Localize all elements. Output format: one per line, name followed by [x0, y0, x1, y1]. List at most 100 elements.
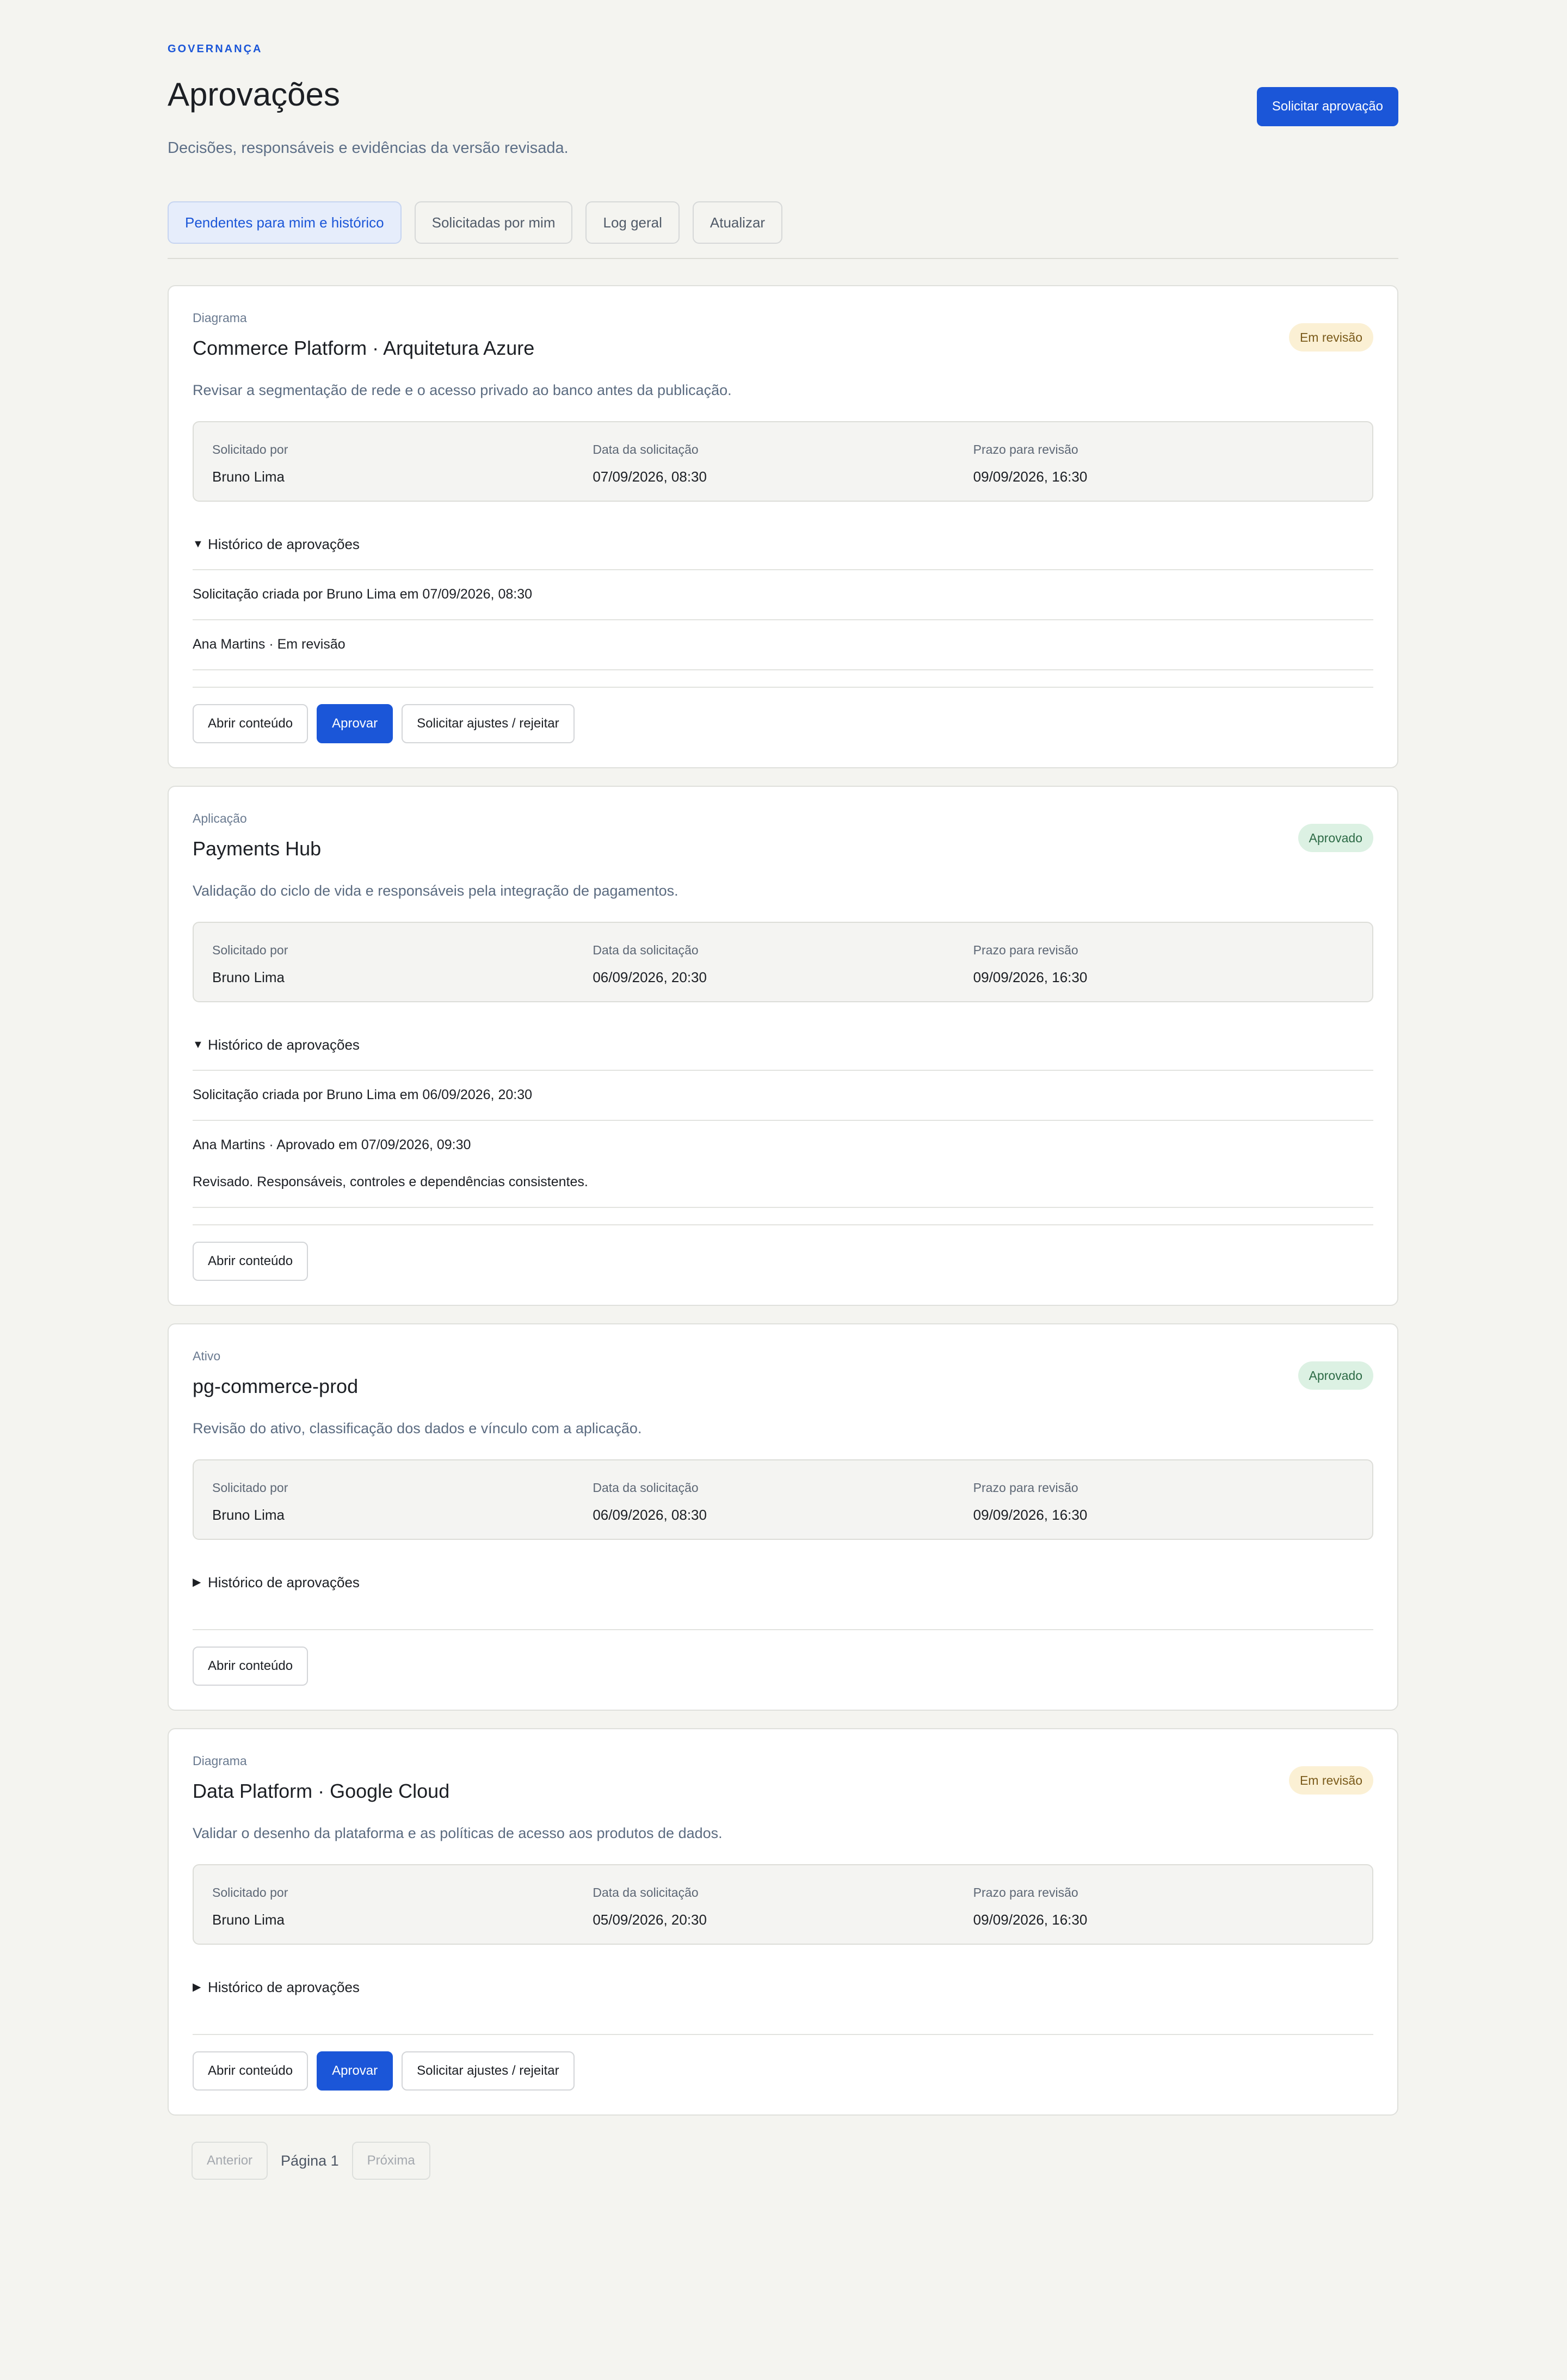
history-toggle-label: Histórico de aprovações — [208, 1037, 360, 1053]
review-deadline-value: 09/09/2026, 16:30 — [973, 468, 1088, 485]
section-eyebrow: GOVERNANÇA — [168, 43, 263, 55]
review-deadline-label: Prazo para revisão — [973, 442, 1078, 457]
approval-card: Diagrama Data Platform · Google Cloud Em… — [168, 1728, 1398, 2116]
request-date-value: 07/09/2026, 08:30 — [593, 468, 707, 485]
request-date-label: Data da solicitação — [593, 442, 699, 457]
approval-card: Diagrama Commerce Platform · Arquitetura… — [168, 285, 1398, 768]
request-date-field: Data da solicitação 05/09/2026, 20:30 — [593, 1865, 973, 1944]
history-divider — [193, 669, 1373, 687]
request-date-value: 05/09/2026, 20:30 — [593, 1912, 707, 1928]
review-deadline-field: Prazo para revisão 09/09/2026, 16:30 — [973, 1460, 1354, 1539]
approve-button[interactable]: Aprovar — [317, 704, 393, 743]
status-badge: Em revisão — [1288, 323, 1373, 352]
history-entry: Solicitação criada por Bruno Lima em 06/… — [193, 1070, 1373, 1120]
review-deadline-label: Prazo para revisão — [973, 943, 1078, 957]
previous-page-button[interactable]: Anterior — [192, 2142, 268, 2180]
request-details: Solicitado por Bruno Lima Data da solici… — [193, 922, 1373, 1002]
card-type: Diagrama — [193, 1754, 247, 1768]
history-divider — [193, 1207, 1373, 1224]
open-content-button[interactable]: Abrir conteúdo — [193, 1647, 309, 1686]
status-badge: Aprovado — [1298, 1361, 1373, 1390]
request-changes-button[interactable]: Solicitar ajustes / rejeitar — [402, 2051, 575, 2091]
history-toggle-label: Histórico de aprovações — [208, 536, 360, 552]
card-actions: Abrir conteúdo Aprovar Solicitar ajustes… — [193, 2034, 1373, 2091]
caret-right-icon: ▶ — [193, 1576, 201, 1588]
status-badge: Aprovado — [1298, 824, 1373, 852]
tab-requested-by-me[interactable]: Solicitadas por mim — [414, 201, 573, 244]
request-date-label: Data da solicitação — [593, 943, 699, 957]
history-toggle[interactable]: ▶ Histórico de aprovações — [193, 1978, 1373, 1996]
open-content-button[interactable]: Abrir conteúdo — [193, 2051, 309, 2091]
history-toggle[interactable]: ▼ Histórico de aprovações — [193, 535, 1373, 553]
caret-right-icon: ▶ — [193, 1981, 201, 1993]
tab-bar: Pendentes para mim e histórico Solicitad… — [168, 201, 1398, 259]
page-title: Aprovações — [168, 76, 340, 113]
card-actions: Abrir conteúdo — [193, 1629, 1373, 1686]
request-details: Solicitado por Bruno Lima Data da solici… — [193, 1459, 1373, 1540]
card-description: Revisão do ativo, classificação dos dado… — [193, 1420, 642, 1436]
status-badge: Em revisão — [1288, 1766, 1373, 1795]
card-actions: Abrir conteúdo — [193, 1224, 1373, 1281]
review-deadline-field: Prazo para revisão 09/09/2026, 16:30 — [973, 1865, 1354, 1944]
review-deadline-label: Prazo para revisão — [973, 1481, 1078, 1495]
next-page-button[interactable]: Próxima — [351, 2142, 430, 2180]
review-deadline-value: 09/09/2026, 16:30 — [973, 969, 1088, 985]
request-details: Solicitado por Bruno Lima Data da solici… — [193, 1864, 1373, 1945]
card-type: Ativo — [193, 1349, 221, 1363]
requested-by-field: Solicitado por Bruno Lima — [212, 923, 593, 1001]
review-deadline-label: Prazo para revisão — [973, 1885, 1078, 1900]
requested-by-field: Solicitado por Bruno Lima — [212, 422, 593, 501]
requested-by-field: Solicitado por Bruno Lima — [212, 1865, 593, 1944]
card-description: Revisar a segmentação de rede e o acesso… — [193, 382, 732, 398]
request-date-field: Data da solicitação 07/09/2026, 08:30 — [593, 422, 973, 501]
open-content-button[interactable]: Abrir conteúdo — [193, 704, 309, 743]
card-type: Diagrama — [193, 311, 247, 325]
tab-general-log[interactable]: Log geral — [585, 201, 680, 244]
approve-button[interactable]: Aprovar — [317, 2051, 393, 2091]
history-toggle-label: Histórico de aprovações — [208, 1979, 360, 1995]
card-actions: Abrir conteúdo Aprovar Solicitar ajustes… — [193, 687, 1373, 743]
approvals-page: GOVERNANÇA Aprovações Decisões, responsá… — [168, 0, 1398, 2180]
approval-card: Aplicação Payments Hub Aprovado Validaçã… — [168, 786, 1398, 1306]
requested-by-label: Solicitado por — [212, 1885, 288, 1900]
requested-by-value: Bruno Lima — [212, 1912, 285, 1928]
history-entry-text: Ana Martins · Aprovado em 07/09/2026, 09… — [193, 1137, 471, 1152]
requested-by-label: Solicitado por — [212, 943, 288, 957]
tab-pending-and-history[interactable]: Pendentes para mim e histórico — [168, 201, 402, 244]
request-approval-button[interactable]: Solicitar aprovação — [1256, 87, 1398, 126]
refresh-button[interactable]: Atualizar — [692, 201, 783, 244]
caret-down-icon: ▼ — [193, 1039, 203, 1051]
history-toggle[interactable]: ▶ Histórico de aprovações — [193, 1574, 1373, 1591]
card-description: Validar o desenho da plataforma e as pol… — [193, 1825, 723, 1841]
history-list: Solicitação criada por Bruno Lima em 07/… — [193, 569, 1373, 687]
requested-by-label: Solicitado por — [212, 1481, 288, 1495]
current-page-label: Página 1 — [281, 2152, 339, 2169]
open-content-button[interactable]: Abrir conteúdo — [193, 1242, 309, 1281]
requested-by-value: Bruno Lima — [212, 1507, 285, 1523]
caret-down-icon: ▼ — [193, 538, 203, 550]
history-entry-text: Solicitação criada por Bruno Lima em 07/… — [193, 587, 532, 602]
history-entry: Solicitação criada por Bruno Lima em 07/… — [193, 569, 1373, 619]
card-title: pg-commerce-prod — [193, 1375, 359, 1397]
request-date-label: Data da solicitação — [593, 1481, 699, 1495]
requested-by-value: Bruno Lima — [212, 969, 285, 985]
approval-card: Ativo pg-commerce-prod Aprovado Revisão … — [168, 1323, 1398, 1711]
pagination: Anterior Página 1 Próxima — [192, 2142, 1398, 2180]
request-date-field: Data da solicitação 06/09/2026, 20:30 — [593, 923, 973, 1001]
request-date-label: Data da solicitação — [593, 1885, 699, 1900]
card-description: Validação do ciclo de vida e responsávei… — [193, 883, 678, 899]
history-list: Solicitação criada por Bruno Lima em 06/… — [193, 1070, 1373, 1224]
review-deadline-field: Prazo para revisão 09/09/2026, 16:30 — [973, 422, 1354, 501]
card-title: Data Platform · Google Cloud — [193, 1780, 450, 1802]
request-date-value: 06/09/2026, 20:30 — [593, 969, 707, 985]
requested-by-value: Bruno Lima — [212, 468, 285, 485]
request-changes-button[interactable]: Solicitar ajustes / rejeitar — [402, 704, 575, 743]
review-deadline-value: 09/09/2026, 16:30 — [973, 1912, 1088, 1928]
history-toggle-label: Histórico de aprovações — [208, 1574, 360, 1590]
history-toggle[interactable]: ▼ Histórico de aprovações — [193, 1036, 1373, 1053]
history-entry-note: Revisado. Responsáveis, controles e depe… — [193, 1174, 588, 1189]
page-subtitle: Decisões, responsáveis e evidências da v… — [168, 139, 569, 157]
history-entry-text: Solicitação criada por Bruno Lima em 06/… — [193, 1087, 532, 1102]
request-details: Solicitado por Bruno Lima Data da solici… — [193, 421, 1373, 502]
request-date-field: Data da solicitação 06/09/2026, 08:30 — [593, 1460, 973, 1539]
